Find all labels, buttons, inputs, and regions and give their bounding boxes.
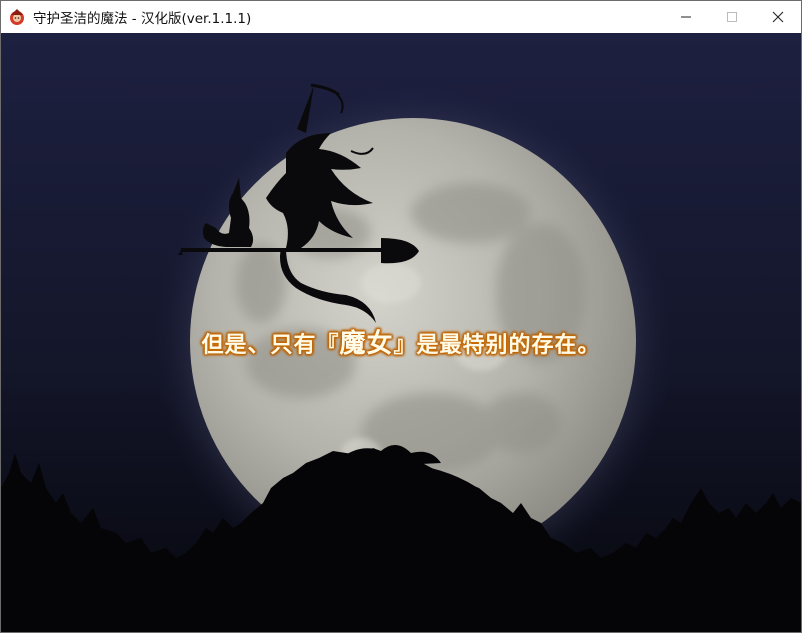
- game-canvas[interactable]: 但是、只有『魔女』是最特别的存在。: [1, 33, 801, 632]
- minimize-button[interactable]: [663, 1, 709, 33]
- close-icon: [772, 11, 784, 23]
- dialogue-text: 但是、只有『魔女』是最特别的存在。: [1, 323, 801, 360]
- window-title: 守护圣洁的魔法 - 汉化版(ver.1.1.1): [33, 11, 252, 27]
- dialogue-part1: 但是、只有『: [201, 333, 340, 358]
- window-controls: [663, 1, 801, 33]
- dialogue-part2: 』是最特别的存在。: [393, 333, 601, 358]
- maximize-icon: [727, 12, 737, 22]
- dialogue-emphasis: 魔女: [339, 329, 394, 359]
- title-bar[interactable]: 守护圣洁的魔法 - 汉化版(ver.1.1.1): [1, 1, 801, 33]
- game-app-icon[interactable]: [7, 7, 27, 27]
- game-window: 守护圣洁的魔法 - 汉化版(ver.1.1.1) 但是、只有『魔女』是最特别的存…: [0, 0, 802, 633]
- minimize-icon: [681, 16, 691, 18]
- maximize-button[interactable]: [709, 1, 755, 33]
- close-button[interactable]: [755, 1, 801, 33]
